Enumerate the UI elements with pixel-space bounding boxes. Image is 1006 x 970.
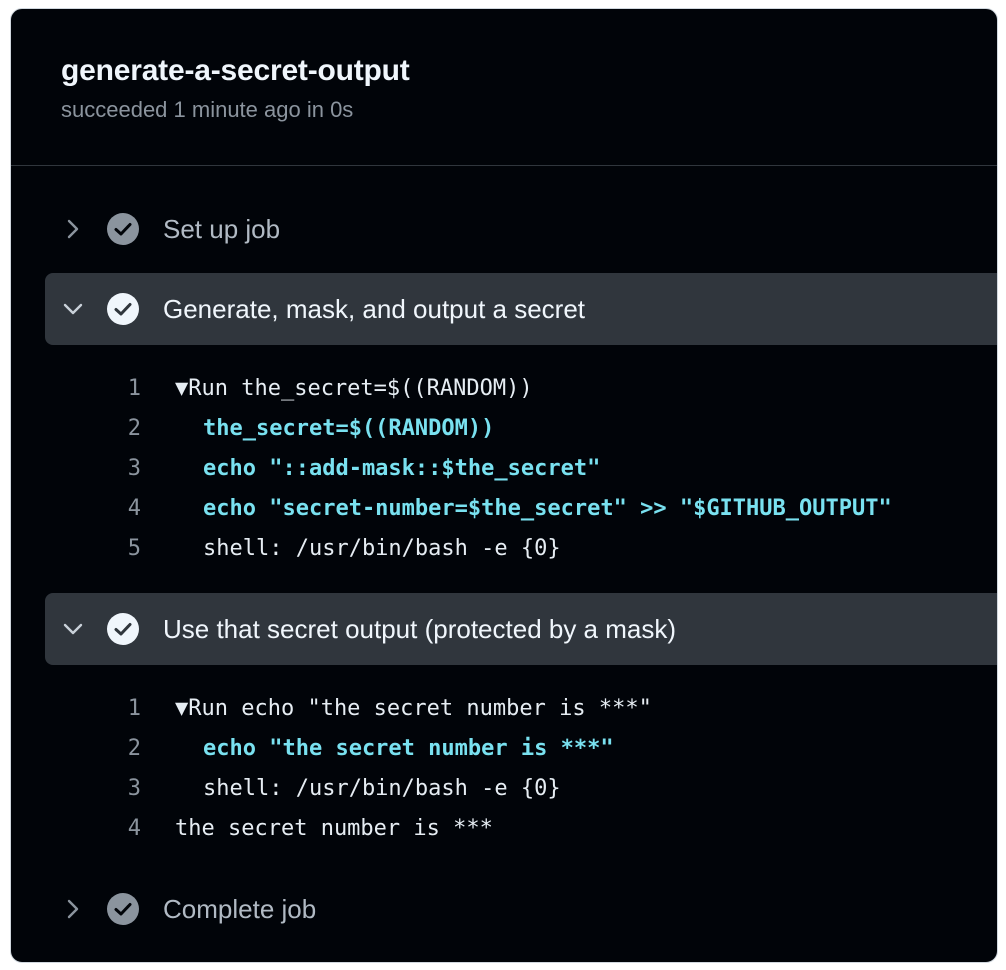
- log-line: 2 the_secret=$((RANDOM)): [11, 409, 997, 449]
- log-line: 5 shell: /usr/bin/bash -e {0}: [11, 529, 997, 569]
- log-line: 1 ▼Run echo "the secret number is ***": [11, 689, 997, 729]
- log-line: 4 the secret number is ***: [11, 809, 997, 849]
- line-number[interactable]: 2: [11, 409, 141, 449]
- step-generate-mask-output[interactable]: Generate, mask, and output a secret: [45, 273, 997, 345]
- job-title: generate-a-secret-output: [61, 54, 410, 87]
- job-panel: generate-a-secret-output succeeded 1 min…: [10, 8, 998, 963]
- chevron-right-icon[interactable]: [53, 898, 93, 920]
- step-complete-job[interactable]: Complete job: [45, 873, 997, 945]
- step-log: 1 ▼Run the_secret=$((RANDOM)) 2 the_secr…: [11, 345, 997, 593]
- log-line: 3 echo "::add-mask::$the_secret": [11, 449, 997, 489]
- step-label: Set up job: [163, 213, 281, 244]
- line-number[interactable]: 4: [11, 489, 141, 529]
- check-circle-icon: [107, 613, 139, 645]
- line-number[interactable]: 5: [11, 529, 141, 569]
- log-text[interactable]: ▼Run the_secret=$((RANDOM)): [175, 369, 533, 409]
- job-status: succeeded 1 minute ago in 0s: [61, 97, 354, 122]
- check-circle-icon: [107, 293, 139, 325]
- line-number[interactable]: 3: [11, 769, 141, 809]
- step-use-secret-output[interactable]: Use that secret output (protected by a m…: [45, 593, 997, 665]
- log-text: shell: /usr/bin/bash -e {0}: [203, 536, 561, 561]
- check-circle-icon: [107, 213, 139, 245]
- chevron-down-icon[interactable]: [53, 622, 93, 636]
- line-number[interactable]: 3: [11, 449, 141, 489]
- step-set-up-job[interactable]: Set up job: [45, 193, 997, 265]
- log-text: echo "the secret number is ***": [203, 736, 614, 761]
- log-line: 2 echo "the secret number is ***": [11, 729, 997, 769]
- log-text: the secret number is ***: [175, 816, 493, 841]
- step-label: Complete job: [163, 893, 317, 924]
- step-label: Generate, mask, and output a secret: [163, 293, 586, 324]
- line-number[interactable]: 2: [11, 729, 141, 769]
- log-text: echo "secret-number=$the_secret" >> "$GI…: [203, 496, 892, 521]
- log-line: 3 shell: /usr/bin/bash -e {0}: [11, 769, 997, 809]
- job-header: generate-a-secret-output succeeded 1 min…: [11, 9, 997, 166]
- chevron-right-icon[interactable]: [53, 218, 93, 240]
- steps-list: Set up job Generate, mask, and output a …: [11, 166, 997, 945]
- log-text: shell: /usr/bin/bash -e {0}: [203, 776, 561, 801]
- log-text: the_secret=$((RANDOM)): [203, 416, 495, 441]
- line-number[interactable]: 4: [11, 809, 141, 849]
- chevron-down-icon[interactable]: [53, 302, 93, 316]
- log-line: 4 echo "secret-number=$the_secret" >> "$…: [11, 489, 997, 529]
- check-circle-icon: [107, 893, 139, 925]
- line-number[interactable]: 1: [11, 689, 141, 729]
- log-text[interactable]: ▼Run echo "the secret number is ***": [175, 689, 652, 729]
- step-log: 1 ▼Run echo "the secret number is ***" 2…: [11, 665, 997, 873]
- log-line: 1 ▼Run the_secret=$((RANDOM)): [11, 369, 997, 409]
- step-label: Use that secret output (protected by a m…: [163, 613, 677, 644]
- log-text: echo "::add-mask::$the_secret": [203, 456, 601, 481]
- line-number[interactable]: 1: [11, 369, 141, 409]
